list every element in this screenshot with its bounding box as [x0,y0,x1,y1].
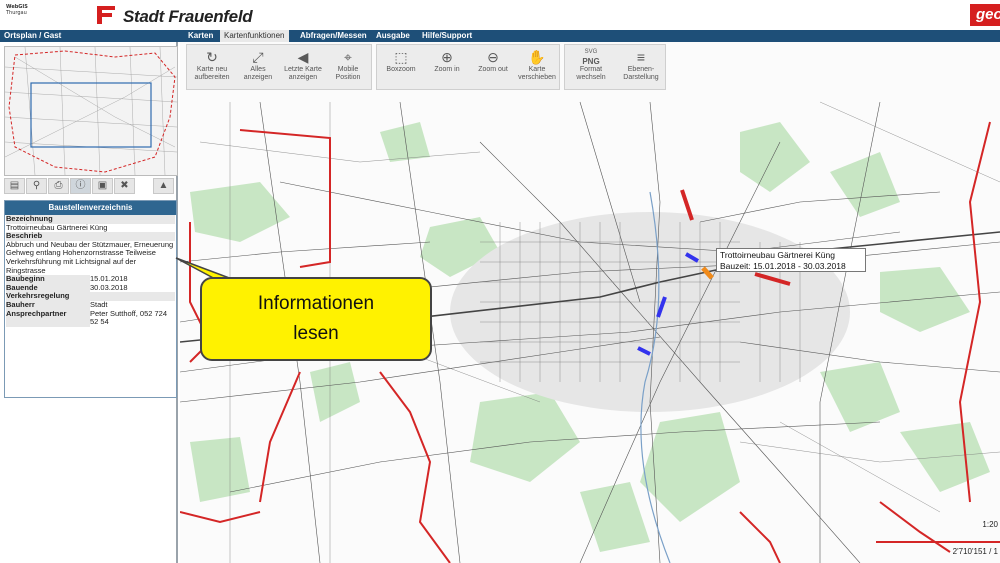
annotation-callout: Informationen lesen [200,277,432,361]
callout-line2: lesen [293,323,339,344]
callout-pointer [175,257,242,289]
callout-line1: Informationen [257,293,375,314]
